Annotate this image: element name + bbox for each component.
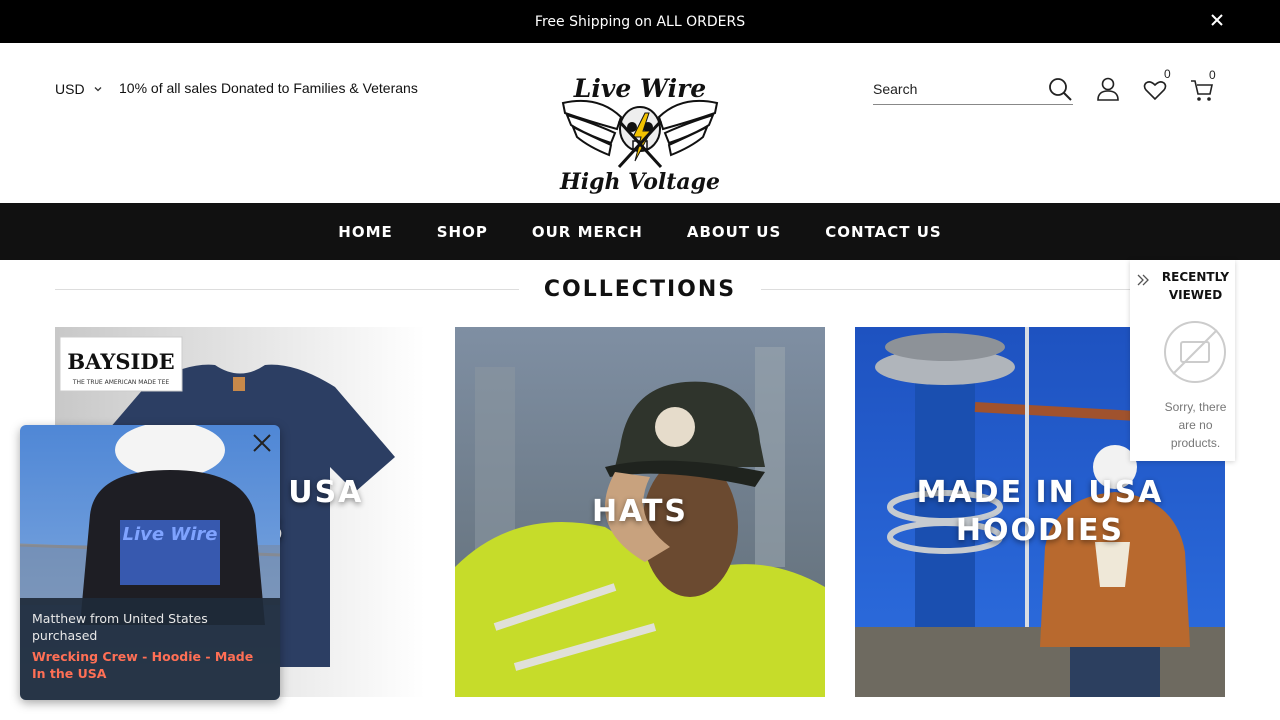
- divider-line: [55, 288, 519, 290]
- announcement-bar: Free Shipping on ALL ORDERS: [0, 0, 1280, 43]
- recently-viewed-panel: RECENTLY VIEWED Sorry, there are no prod…: [1130, 260, 1235, 461]
- search-field[interactable]: Search: [873, 75, 1073, 105]
- main-navigation: HOME SHOP OUR MERCH ABOUT US CONTACT US: [0, 203, 1280, 260]
- chevron-down-icon: [94, 87, 102, 92]
- recent-purchase-popup[interactable]: Live Wire Matthew from United States pur…: [20, 425, 280, 700]
- cart-count: 0: [1209, 68, 1216, 82]
- announcement-text: Free Shipping on ALL ORDERS: [534, 13, 746, 30]
- nav-item-contact-us[interactable]: CONTACT US: [803, 223, 963, 241]
- recently-viewed-heading: RECENTLY VIEWED: [1161, 270, 1230, 302]
- popup-product-link[interactable]: Wrecking Crew - Hoodie - Made In the USA: [32, 648, 268, 682]
- currency-selector[interactable]: USD: [55, 81, 103, 97]
- collection-card-hats[interactable]: HATS: [455, 327, 825, 697]
- svg-text:Live Wire: Live Wire: [573, 74, 706, 103]
- nav-item-about-us[interactable]: ABOUT US: [665, 223, 803, 241]
- currency-label: USD: [55, 81, 85, 97]
- search-icon[interactable]: [1047, 76, 1073, 102]
- recently-viewed-empty-text: Sorry, there are no products.: [1164, 400, 1227, 450]
- nav-item-shop[interactable]: SHOP: [415, 223, 510, 241]
- close-icon[interactable]: [1206, 9, 1228, 31]
- section-title: COLLECTIONS: [543, 276, 737, 302]
- recently-viewed-toggle[interactable]: [1130, 260, 1156, 300]
- wishlist-count: 0: [1164, 67, 1171, 81]
- double-chevron-right-icon: [1137, 274, 1149, 286]
- popup-customer-text: Matthew from United States purchased: [32, 611, 208, 643]
- site-logo[interactable]: Live Wire High Voltage: [553, 71, 727, 197]
- site-header: USD 10% of all sales Donated to Families…: [0, 43, 1280, 203]
- no-image-icon: [1164, 321, 1226, 383]
- svg-text:Live Wire: Live Wire: [123, 524, 218, 545]
- collections-heading: COLLECTIONS: [55, 274, 1225, 304]
- nav-item-home[interactable]: HOME: [316, 223, 414, 241]
- donation-tagline: 10% of all sales Donated to Families & V…: [119, 80, 418, 96]
- svg-text:High Voltage: High Voltage: [559, 169, 720, 195]
- close-icon[interactable]: [250, 431, 274, 455]
- collection-title: HATS: [591, 494, 689, 529]
- search-placeholder: Search: [873, 81, 918, 97]
- account-icon[interactable]: [1095, 76, 1121, 102]
- popup-details: Matthew from United States purchased Wre…: [20, 598, 280, 700]
- nav-item-our-merch[interactable]: OUR MERCH: [510, 223, 665, 241]
